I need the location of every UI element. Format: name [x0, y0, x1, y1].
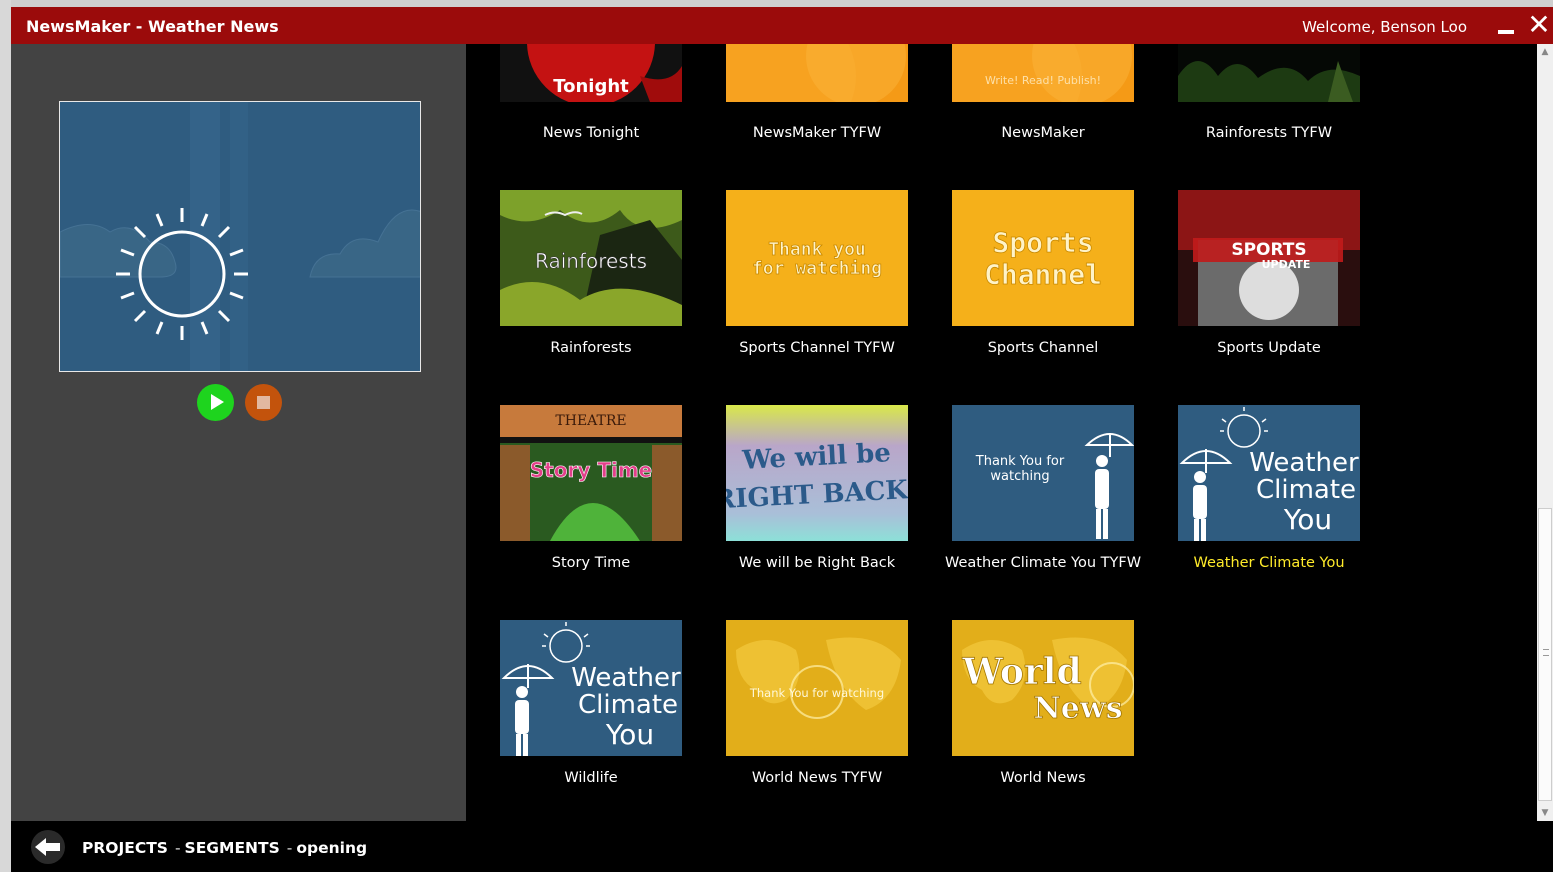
preview-pane	[11, 44, 466, 821]
vertical-scrollbar[interactable]: ▲ ▼	[1537, 44, 1553, 821]
svg-text:Channel: Channel	[984, 258, 1102, 291]
segment-thumbnail[interactable]: World News	[952, 620, 1134, 756]
svg-text:Climate: Climate	[1256, 475, 1356, 505]
segment-thumbnail[interactable]: Thank You for watching	[726, 620, 908, 756]
scroll-thumb[interactable]	[1538, 508, 1552, 801]
segment-caption: World News	[1000, 770, 1086, 786]
segment-tile[interactable]: World News World News	[930, 44, 1156, 786]
segment-thumbnail[interactable]: THEATRE Story Time	[500, 405, 682, 541]
scroll-grip-icon	[1543, 649, 1549, 656]
segment-thumbnail[interactable]: We will be RIGHT BACK!	[726, 405, 908, 541]
play-button[interactable]	[197, 384, 234, 421]
segment-caption: We will be Right Back	[738, 555, 896, 571]
segment-caption: Weather Climate You	[1193, 555, 1345, 571]
svg-text:World: World	[961, 651, 1081, 693]
segment-grid: Tonight News Tonight NewsMaker TYFW Write! …	[466, 44, 1537, 821]
svg-text:Story Time: Story Time	[530, 458, 652, 482]
svg-text:for watching: for watching	[752, 258, 882, 279]
segment-tile[interactable]: Thank You for watching World News TYFW	[704, 44, 930, 786]
app-title: NewsMaker - Weather News	[26, 17, 279, 36]
svg-text:Thank You for watching: Thank You for watching	[749, 686, 884, 700]
svg-text:THEATRE: THEATRE	[555, 413, 626, 429]
svg-text:Climate: Climate	[578, 690, 678, 720]
scroll-down-arrow-icon[interactable]: ▼	[1537, 805, 1553, 821]
svg-text:You: You	[605, 718, 654, 751]
segment-caption: Weather Climate You TYFW	[944, 555, 1142, 571]
segment-caption: Rainforests	[550, 340, 632, 356]
window-frame-left	[0, 0, 11, 872]
segment-thumbnail[interactable]: Weather Climate You	[1178, 405, 1360, 541]
svg-text:UPDATE: UPDATE	[1262, 258, 1311, 271]
breadcrumb-projects[interactable]: PROJECTS	[82, 839, 168, 857]
svg-text:Thank You for: Thank You for	[975, 454, 1065, 469]
preview-weather-graphic	[60, 102, 420, 371]
breadcrumb-segments[interactable]: SEGMENTS	[185, 839, 280, 857]
scroll-up-arrow-icon[interactable]: ▲	[1537, 44, 1553, 60]
minimize-icon	[1498, 30, 1514, 34]
breadcrumb-current: opening	[296, 839, 368, 857]
segment-caption: Sports Channel TYFW	[739, 340, 895, 356]
svg-text:Rainforests: Rainforests	[535, 249, 647, 273]
segment-caption: World News TYFW	[751, 770, 883, 786]
svg-text:You: You	[1283, 503, 1332, 536]
segment-caption: Story Time	[551, 555, 631, 571]
back-arrow-button[interactable]	[31, 830, 65, 864]
segment-caption: Wildlife	[564, 770, 618, 786]
minimize-button[interactable]	[1497, 21, 1515, 35]
svg-text:watching: watching	[990, 469, 1049, 484]
segment-tile[interactable]: Weather Climate You Weather Climate You	[1156, 44, 1382, 571]
bottom-bar: PROJECTS - SEGMENTS - opening	[11, 821, 1553, 872]
svg-text:Weather: Weather	[571, 663, 681, 693]
stop-button[interactable]	[245, 384, 282, 421]
segment-tile[interactable]: Weather Climate You Wildlife	[478, 44, 704, 786]
window-frame-top	[0, 0, 1553, 7]
breadcrumb-separator: -	[286, 839, 293, 857]
svg-text:News: News	[1033, 691, 1122, 726]
segment-caption: Sports Update	[1217, 340, 1321, 356]
welcome-text: Welcome, Benson Loo	[1302, 18, 1467, 36]
svg-text:Weather: Weather	[1249, 448, 1359, 478]
segment-thumbnail[interactable]: Weather Climate You	[500, 620, 682, 756]
video-preview[interactable]	[59, 101, 421, 372]
segment-thumbnail[interactable]: Thank You for watching	[952, 405, 1134, 541]
app-window: NewsMaker - Weather News Welcome, Benson…	[11, 7, 1553, 872]
close-button[interactable]: ✕	[1527, 11, 1551, 39]
breadcrumb: PROJECTS - SEGMENTS - opening	[82, 839, 371, 857]
breadcrumb-separator: -	[174, 839, 181, 857]
segment-caption: Sports Channel	[987, 340, 1099, 356]
title-bar: NewsMaker - Weather News Welcome, Benson…	[11, 7, 1553, 44]
